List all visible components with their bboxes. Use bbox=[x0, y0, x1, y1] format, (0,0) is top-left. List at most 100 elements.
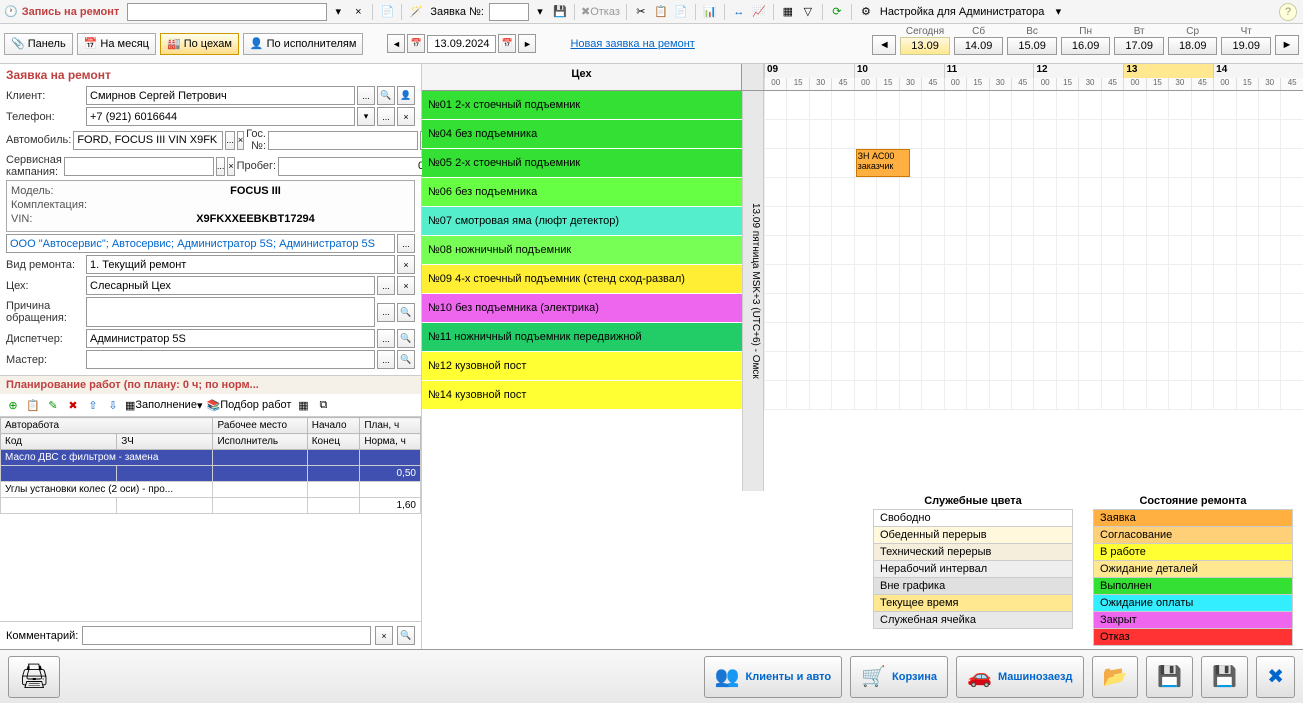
grid-row[interactable] bbox=[764, 236, 1303, 265]
dropdown-btn[interactable]: ▾ bbox=[329, 3, 347, 21]
dispatcher-search[interactable]: 🔍 bbox=[397, 329, 415, 348]
save-button[interactable]: 💾 bbox=[1201, 656, 1248, 698]
plan-row-detail[interactable]: 1,60 bbox=[1, 498, 421, 514]
week-prev[interactable]: ◄ bbox=[872, 35, 896, 55]
day-btn-3[interactable]: 16.09 bbox=[1061, 37, 1111, 55]
master-input[interactable] bbox=[86, 350, 375, 369]
print-button[interactable]: 🖨 bbox=[8, 656, 60, 698]
new-request-link[interactable]: Новая заявка на ремонт bbox=[570, 38, 694, 50]
appointment[interactable]: ЗН АС00заказчик bbox=[856, 149, 910, 177]
repair-type-input[interactable] bbox=[86, 255, 395, 274]
paste-icon[interactable]: 📄 bbox=[672, 3, 690, 21]
grid-row[interactable] bbox=[764, 178, 1303, 207]
gosno-input[interactable] bbox=[268, 131, 418, 150]
workshop-row[interactable]: №01 2-х стоечный подъемник bbox=[422, 91, 742, 120]
workshop-row[interactable]: №14 кузовной пост bbox=[422, 381, 742, 410]
grid-row[interactable] bbox=[764, 207, 1303, 236]
client-input[interactable] bbox=[86, 86, 355, 105]
admin-dropdown[interactable]: ▾ bbox=[1049, 3, 1067, 21]
comment-clear[interactable]: × bbox=[375, 626, 393, 645]
panel-tab[interactable]: 📎 Панель bbox=[4, 33, 73, 55]
comment-input[interactable] bbox=[82, 626, 371, 645]
auto-clear[interactable]: × bbox=[237, 131, 244, 150]
filter-icon[interactable]: ▽ bbox=[799, 3, 817, 21]
master-search[interactable]: 🔍 bbox=[397, 350, 415, 369]
day-btn-0[interactable]: 13.09 bbox=[900, 37, 950, 55]
delete-icon[interactable]: ✖ bbox=[64, 396, 82, 414]
cart-button[interactable]: 🛒Корзина bbox=[850, 656, 948, 698]
search-input[interactable] bbox=[127, 3, 327, 21]
refusal-btn[interactable]: ✖ Отказ bbox=[580, 3, 621, 21]
workshop-row[interactable]: №06 без подъемника bbox=[422, 178, 742, 207]
workshops-tab[interactable]: 🏭 По цехам bbox=[160, 33, 239, 55]
date-cal2[interactable]: 📅 bbox=[498, 34, 516, 53]
edit-icon[interactable]: ✎ bbox=[44, 396, 62, 414]
up-icon[interactable]: ⇧ bbox=[84, 396, 102, 414]
cut-icon[interactable]: ✂ bbox=[632, 3, 650, 21]
org-pick[interactable]: ... bbox=[397, 234, 415, 253]
grid-row[interactable] bbox=[764, 323, 1303, 352]
workshop-clear[interactable]: × bbox=[397, 276, 415, 295]
open-button[interactable]: 📂 bbox=[1092, 656, 1139, 698]
add-icon[interactable]: ⊕ bbox=[4, 396, 22, 414]
workshop-row[interactable]: №04 без подъемника bbox=[422, 120, 742, 149]
day-btn-6[interactable]: 19.09 bbox=[1221, 37, 1271, 55]
performers-tab[interactable]: 👤 По исполнителям bbox=[243, 33, 364, 55]
help-button[interactable]: ? bbox=[1279, 3, 1297, 21]
phone-clear[interactable]: × bbox=[397, 107, 415, 126]
week-next[interactable]: ► bbox=[1275, 35, 1299, 55]
current-date[interactable]: 13.09.2024 bbox=[427, 35, 496, 53]
close-button[interactable]: ✖ bbox=[1256, 656, 1295, 698]
phone-drop[interactable]: ▾ bbox=[357, 107, 375, 126]
doc-icon[interactable]: 📄 bbox=[378, 3, 396, 21]
plan-row[interactable]: Углы установки колес (2 оси) - про... bbox=[1, 482, 421, 498]
phone-pick[interactable]: ... bbox=[377, 107, 395, 126]
date-next[interactable]: ► bbox=[518, 34, 536, 53]
save-icon[interactable]: 💾 bbox=[551, 3, 569, 21]
workshop-row[interactable]: №05 2-х стоечный подъемник bbox=[422, 149, 742, 178]
reason-input[interactable] bbox=[86, 297, 375, 327]
down-icon[interactable]: ⇩ bbox=[104, 396, 122, 414]
schedule-body[interactable]: №01 2-х стоечный подъемник№04 без подъем… bbox=[422, 91, 1303, 491]
master-pick[interactable]: ... bbox=[377, 350, 395, 369]
auto-pick[interactable]: ... bbox=[225, 131, 235, 150]
table-icon[interactable]: ▦ bbox=[779, 3, 797, 21]
grid-row[interactable] bbox=[764, 352, 1303, 381]
selection-btn[interactable]: 📚 Подбор работ bbox=[205, 396, 292, 414]
workshop-row[interactable]: №08 ножничный подъемник bbox=[422, 236, 742, 265]
admin-setting-label[interactable]: Настройка для Администратора bbox=[877, 6, 1048, 18]
drive-in-button[interactable]: 🚗Машинозаезд bbox=[956, 656, 1083, 698]
gear-icon[interactable]: ⚙ bbox=[857, 3, 875, 21]
comment-search[interactable]: 🔍 bbox=[397, 626, 415, 645]
campaign-input[interactable] bbox=[64, 157, 214, 176]
day-btn-1[interactable]: 14.09 bbox=[954, 37, 1004, 55]
date-prev[interactable]: ◄ bbox=[387, 34, 405, 53]
dispatcher-input[interactable] bbox=[86, 329, 375, 348]
dropdown2-btn[interactable]: ▾ bbox=[531, 3, 549, 21]
workshop-row[interactable]: №12 кузовной пост bbox=[422, 352, 742, 381]
workshop-row[interactable]: №11 ножничный подъемник передвижной bbox=[422, 323, 742, 352]
mileage-input[interactable] bbox=[278, 157, 428, 176]
misc1-icon[interactable]: ▦ bbox=[294, 396, 312, 414]
planning-table[interactable]: Авторабота Рабочее место Начало План, ч … bbox=[0, 417, 421, 514]
workshop-input[interactable] bbox=[86, 276, 375, 295]
list-icon[interactable]: 📋 bbox=[24, 396, 42, 414]
dispatcher-pick[interactable]: ... bbox=[377, 329, 395, 348]
request-number-input[interactable] bbox=[489, 3, 529, 21]
clients-button[interactable]: 👥Клиенты и авто bbox=[704, 656, 842, 698]
swap-icon[interactable]: ↔ bbox=[730, 3, 748, 21]
chart-icon[interactable]: 📈 bbox=[750, 3, 768, 21]
export-icon[interactable]: 📊 bbox=[701, 3, 719, 21]
auto-input[interactable] bbox=[73, 131, 223, 150]
wand-icon[interactable]: 🪄 bbox=[407, 3, 425, 21]
day-btn-2[interactable]: 15.09 bbox=[1007, 37, 1057, 55]
date-cal[interactable]: 📅 bbox=[407, 34, 425, 53]
campaign-clear[interactable]: × bbox=[227, 157, 234, 176]
reason-pick[interactable]: ... bbox=[377, 303, 395, 322]
reason-search[interactable]: 🔍 bbox=[397, 303, 415, 322]
misc2-icon[interactable]: ⧉ bbox=[314, 396, 332, 414]
workshop-pick[interactable]: ... bbox=[377, 276, 395, 295]
day-btn-4[interactable]: 17.09 bbox=[1114, 37, 1164, 55]
grid-row[interactable] bbox=[764, 381, 1303, 410]
org-input[interactable] bbox=[6, 234, 395, 253]
